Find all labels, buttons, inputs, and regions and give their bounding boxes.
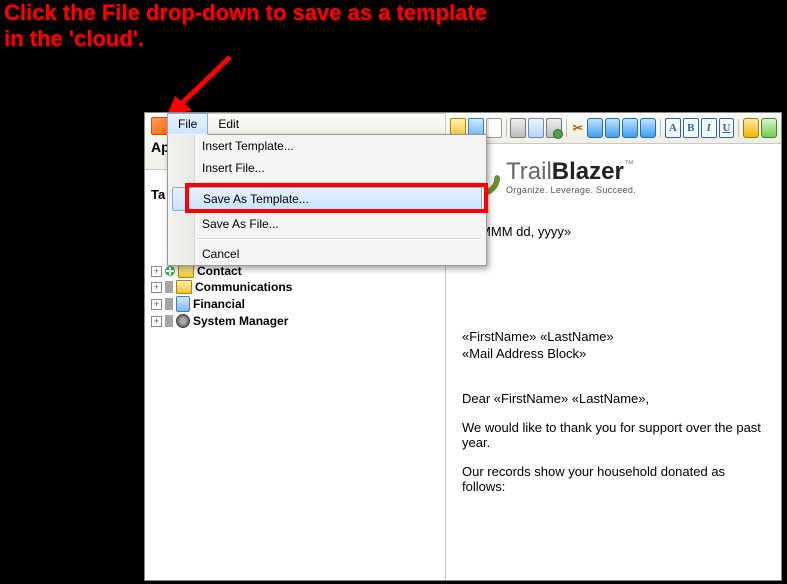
instruction-line1: Click the File drop-down to save as a te… [4, 0, 487, 25]
folder-icon [176, 280, 192, 294]
instruction-callout: Click the File drop-down to save as a te… [4, 0, 487, 52]
copy-icon[interactable] [587, 118, 603, 138]
logo-word-1: Trail [506, 158, 552, 185]
editor-document[interactable]: TrailBlazer™ Organize. Leverage. Succeed… [446, 144, 781, 580]
menu-separator [198, 238, 480, 240]
body-paragraph-1: We would like to thank you for support o… [462, 420, 765, 450]
menu-cancel[interactable]: Cancel [168, 243, 486, 265]
underline-button[interactable]: U [719, 118, 735, 138]
database-icon [176, 296, 190, 312]
merge-date-field: «MMMM dd, yyyy» [462, 224, 765, 239]
table-icon[interactable] [761, 118, 777, 138]
tree-item-system-manager[interactable]: System Manager [149, 313, 441, 329]
cut-icon[interactable] [571, 119, 585, 137]
expand-icon[interactable] [151, 282, 162, 293]
menu-file-label: File [178, 117, 197, 131]
tree-connector-icon [165, 315, 173, 327]
file-dropdown: Insert Template... Insert File... Save A… [167, 134, 487, 266]
tree-label-communications: Communications [195, 280, 292, 294]
gear-icon [176, 314, 190, 328]
menu-save-as-file[interactable]: Save As File... [168, 213, 486, 235]
tree-item-financial[interactable]: Financial [149, 295, 441, 313]
expand-icon[interactable] [151, 266, 162, 277]
tree-connector-icon [165, 298, 173, 310]
logo-word-2: Blazer [552, 158, 624, 185]
editor-panel: A B I U TrailBlazer™ Or [445, 113, 781, 580]
paste-icon[interactable] [605, 118, 621, 138]
app-window: Ap Ta Contact Communications [144, 112, 782, 581]
left-ta-label: Ta [151, 187, 165, 202]
tree-label-system-manager: System Manager [193, 314, 288, 328]
toolbar-separator [660, 119, 661, 137]
new-page-icon[interactable] [486, 118, 502, 138]
salutation-line: Dear «FirstName» «LastName», [462, 391, 765, 406]
undo-icon[interactable] [622, 118, 638, 138]
left-panel: Ap Ta Contact Communications [145, 113, 445, 580]
body-paragraph-2: Our records show your household donated … [462, 464, 765, 494]
toolbar-separator [738, 119, 739, 137]
menu-save-as-template[interactable]: Save As Template... [172, 187, 482, 211]
logo-tm: ™ [624, 159, 634, 170]
print-icon[interactable] [510, 118, 526, 138]
redo-icon[interactable] [640, 118, 656, 138]
font-a-button[interactable]: A [665, 118, 681, 138]
expand-icon[interactable] [151, 299, 162, 310]
toolbar-separator [566, 119, 567, 137]
link-icon[interactable] [743, 118, 759, 138]
merge-address-block: «Mail Address Block» [462, 346, 765, 361]
bold-button[interactable]: B [683, 118, 699, 138]
merge-name-line: «FirstName» «LastName» [462, 329, 765, 344]
print-setup-icon[interactable] [546, 118, 562, 138]
navigation-tree: Contact Communications Financial System … [149, 263, 441, 329]
menu-file[interactable]: File [167, 113, 208, 135]
menu-edit[interactable]: Edit [208, 114, 249, 134]
instruction-line2: in the 'cloud'. [4, 26, 144, 51]
tree-label-financial: Financial [193, 297, 245, 311]
italic-button[interactable]: I [701, 118, 717, 138]
menu-separator [198, 182, 480, 184]
folder-icon [178, 264, 194, 278]
menu-insert-file[interactable]: Insert File... [168, 157, 486, 179]
logo-text: TrailBlazer™ Organize. Leverage. Succeed… [506, 160, 636, 195]
menu-edit-label: Edit [218, 117, 239, 131]
print-preview-icon[interactable] [528, 118, 544, 138]
editor-toolbar: A B I U [446, 113, 781, 144]
add-icon [165, 266, 175, 276]
menu-insert-template[interactable]: Insert Template... [168, 135, 486, 157]
logo: TrailBlazer™ Organize. Leverage. Succeed… [462, 158, 765, 196]
tree-connector-icon [165, 281, 173, 293]
toolbar-separator [506, 119, 507, 137]
expand-icon[interactable] [151, 316, 162, 327]
tree-item-communications[interactable]: Communications [149, 279, 441, 295]
tree-label-contact: Contact [197, 264, 242, 278]
logo-tagline: Organize. Leverage. Succeed. [506, 186, 636, 195]
menu-bar: File Edit [167, 113, 487, 135]
